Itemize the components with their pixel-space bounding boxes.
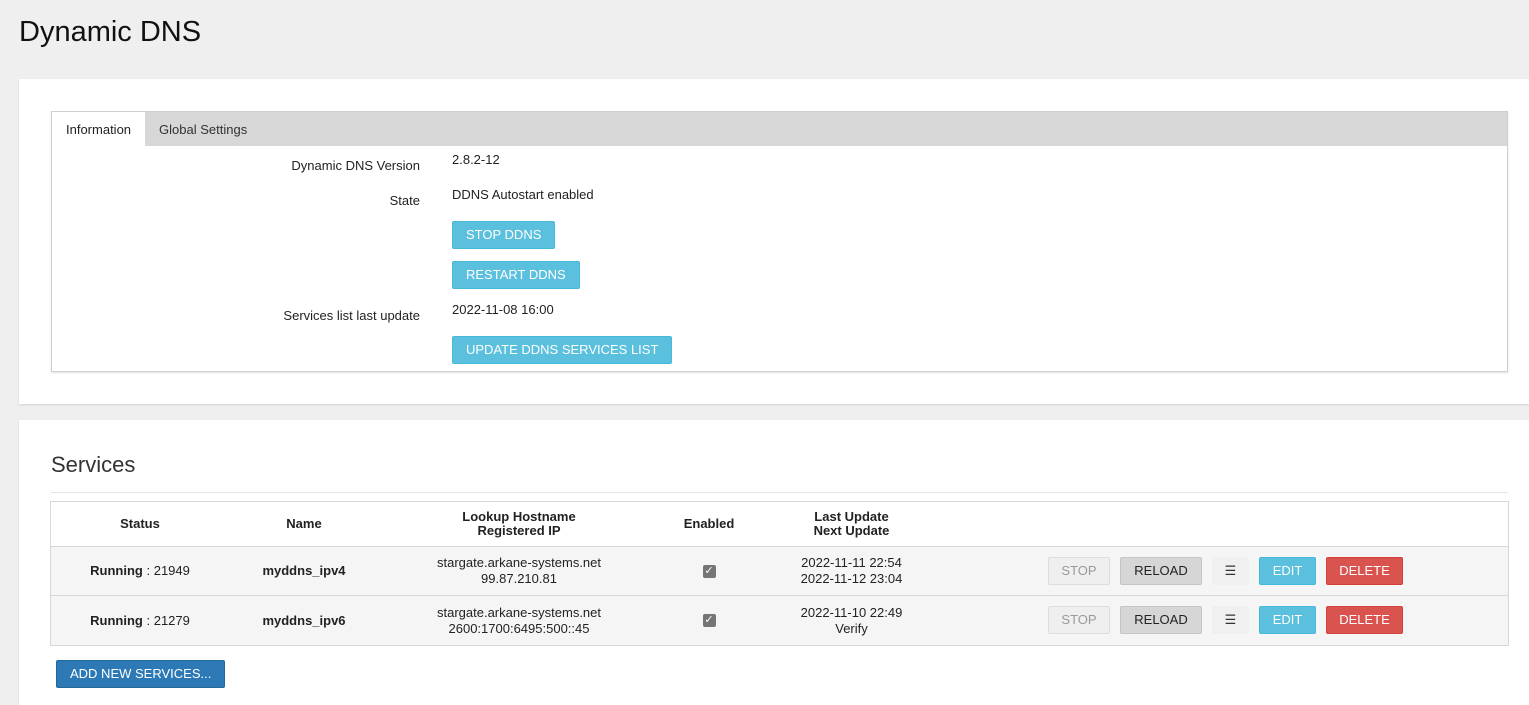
update-services-list-button[interactable]: UPDATE DDNS SERVICES LIST [452, 336, 673, 364]
col-enabled: Enabled [683, 516, 735, 531]
update-cell: 2022-11-10 22:49 Verify [759, 596, 944, 645]
reload-button[interactable]: RELOAD [1120, 606, 1202, 634]
services-update-value: 2022-11-08 16:00 [452, 302, 554, 317]
table-row: Running : 21279 myddns_ipv6 stargate.ark… [51, 596, 1508, 645]
pid-text: : 21949 [146, 563, 190, 578]
services-table: Status Name Lookup Hostname Registered I… [50, 501, 1509, 646]
tab-information[interactable]: Information [52, 112, 146, 146]
hostname-cell: stargate.arkane-systems.net 99.87.210.81 [379, 547, 659, 595]
menu-icon[interactable]: ☰ [1212, 606, 1249, 634]
version-value: 2.8.2-12 [452, 152, 500, 167]
ip-text: 2600:1700:6495:500::45 [448, 620, 590, 636]
stop-button[interactable]: STOP [1048, 557, 1110, 585]
col-hostname: Lookup Hostname Registered IP [462, 509, 576, 538]
hostname-text: stargate.arkane-systems.net [436, 555, 602, 570]
status-text: Running [90, 563, 143, 578]
delete-button[interactable]: DELETE [1326, 606, 1403, 634]
row-actions: STOP RELOAD ☰ EDIT DELETE [1048, 557, 1403, 585]
enabled-checkbox[interactable]: ✓ [702, 564, 716, 578]
state-label: State [389, 193, 420, 208]
status-cell: Running : 21279 [51, 596, 229, 645]
tab-global-settings[interactable]: Global Settings [145, 112, 261, 146]
add-new-services-button[interactable]: ADD NEW SERVICES... [56, 660, 226, 688]
hostname-text: stargate.arkane-systems.net [436, 604, 602, 620]
reload-button[interactable]: RELOAD [1120, 557, 1202, 585]
menu-icon[interactable]: ☰ [1212, 557, 1249, 585]
enabled-cell: ✓ [659, 547, 759, 595]
next-update-text: Verify [835, 620, 868, 636]
services-card: Services Status Name Lookup Hostname Reg… [19, 420, 1529, 705]
hostname-cell: stargate.arkane-systems.net 2600:1700:64… [379, 596, 659, 645]
services-title: Services [51, 452, 136, 477]
col-update: Last Update Next Update [813, 509, 890, 538]
enabled-cell: ✓ [659, 596, 759, 645]
table-header: Status Name Lookup Hostname Registered I… [51, 502, 1508, 547]
next-update-text: 2022-11-12 23:04 [800, 571, 903, 586]
edit-button[interactable]: EDIT [1259, 557, 1316, 585]
divider [51, 492, 1508, 493]
enabled-checkbox[interactable]: ✓ [702, 614, 716, 627]
version-label: Dynamic DNS Version [291, 158, 420, 173]
info-card: Information Global Settings Dynamic DNS … [19, 79, 1529, 404]
status-text: Running [90, 612, 143, 628]
status-cell: Running : 21949 [51, 547, 229, 595]
edit-button[interactable]: EDIT [1259, 606, 1316, 634]
tab-bar: Information Global Settings [52, 112, 1507, 146]
col-name: Name [286, 516, 322, 531]
last-update-text: 2022-11-10 22:49 [800, 604, 903, 620]
service-name: myddns_ipv6 [262, 612, 346, 628]
info-tabbox: Information Global Settings Dynamic DNS … [51, 111, 1508, 372]
last-update-text: 2022-11-11 22:54 [801, 555, 902, 570]
table-row: Running : 21949 myddns_ipv4 stargate.ark… [51, 547, 1508, 596]
services-update-label: Services list last update [283, 308, 420, 323]
update-cell: 2022-11-11 22:54 2022-11-12 23:04 [759, 547, 944, 595]
restart-ddns-button[interactable]: RESTART DDNS [452, 261, 580, 289]
ip-text: 99.87.210.81 [481, 571, 557, 586]
col-status: Status [120, 516, 160, 531]
stop-ddns-button[interactable]: STOP DDNS [452, 221, 556, 249]
stop-button[interactable]: STOP [1048, 606, 1110, 634]
state-value: DDNS Autostart enabled [452, 187, 594, 202]
service-name: myddns_ipv4 [262, 563, 346, 578]
page-title: Dynamic DNS [19, 16, 202, 48]
row-actions: STOP RELOAD ☰ EDIT DELETE [1048, 606, 1403, 634]
delete-button[interactable]: DELETE [1326, 557, 1403, 585]
pid-text: : 21279 [146, 612, 190, 628]
